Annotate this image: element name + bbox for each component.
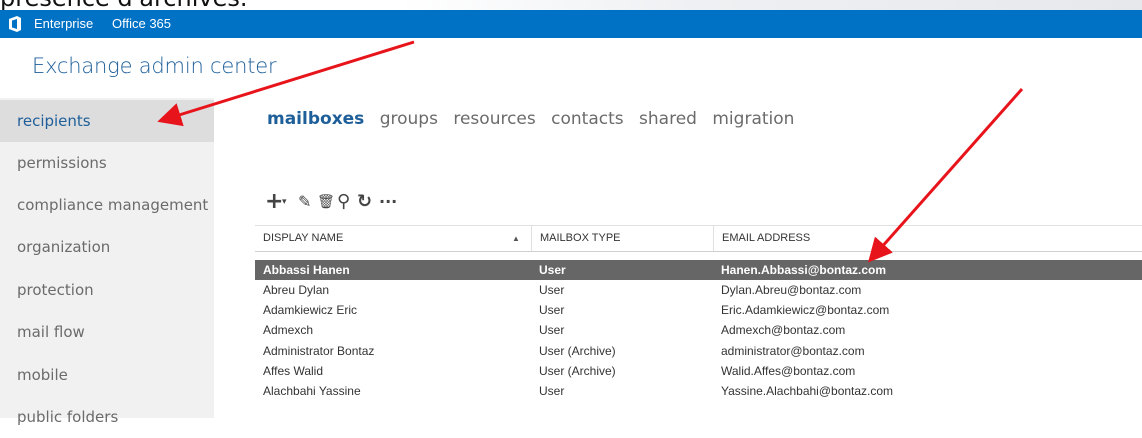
tab-migration[interactable]: migration: [712, 109, 794, 129]
table-row[interactable]: Abreu Dylan User Dylan.Abreu@bontaz.com: [255, 281, 1142, 300]
add-icon[interactable]: +: [265, 190, 283, 214]
sidebar-item-protection[interactable]: protection: [0, 269, 214, 311]
add-dropdown-icon[interactable]: ▾: [282, 190, 287, 214]
sidebar-item-recipients[interactable]: recipients: [0, 100, 214, 142]
sidebar-item-public-folders[interactable]: public folders: [0, 396, 214, 438]
cell-email-address: Admexch@bontaz.com: [721, 323, 846, 337]
delete-icon[interactable]: 🗑: [317, 190, 335, 214]
cell-display-name: Alachbahi Yassine: [263, 384, 361, 398]
page-title: Exchange admin center: [32, 54, 277, 78]
table-row[interactable]: Alachbahi Yassine User Yassine.Alachbahi…: [255, 382, 1142, 401]
sidebar-item-organization[interactable]: organization: [0, 226, 214, 268]
office-logo-icon[interactable]: [8, 16, 22, 32]
tab-groups[interactable]: groups: [380, 109, 438, 129]
cell-display-name: Affes Walid: [263, 364, 324, 378]
cell-email-address: administrator@bontaz.com: [721, 344, 865, 358]
cell-email-address: Yassine.Alachbahi@bontaz.com: [721, 384, 894, 398]
table-row[interactable]: Affes Walid User (Archive) Walid.Affes@b…: [255, 362, 1142, 381]
column-mailbox-type[interactable]: MAILBOX TYPE: [531, 226, 713, 251]
cell-display-name: Adamkiewicz Eric: [263, 303, 358, 317]
column-display-name[interactable]: DISPLAY NAME ▲: [255, 226, 531, 251]
table-row[interactable]: Adamkiewicz Eric User Eric.Adamkiewicz@b…: [255, 301, 1142, 320]
tab-contacts[interactable]: contacts: [551, 109, 623, 129]
sidebar: recipients permissions compliance manage…: [0, 98, 214, 426]
table-header: DISPLAY NAME ▲ MAILBOX TYPE EMAIL ADDRES…: [255, 225, 1142, 252]
refresh-icon[interactable]: ↻: [357, 190, 372, 214]
table-row[interactable]: Admexch User Admexch@bontaz.com: [255, 321, 1142, 340]
sidebar-item-mobile[interactable]: mobile: [0, 354, 214, 396]
sidebar-item-mail-flow[interactable]: mail flow: [0, 311, 214, 353]
edit-icon[interactable]: ✎: [298, 190, 311, 214]
sidebar-item-compliance-management[interactable]: compliance management: [0, 184, 214, 226]
top-bar: Enterprise Office 365: [0, 10, 1142, 38]
cell-email-address: Walid.Affes@bontaz.com: [721, 364, 856, 378]
caption-text: presence d'archives.: [0, 0, 247, 10]
cell-display-name: Abbassi Hanen: [263, 263, 350, 277]
column-display-name-label: DISPLAY NAME: [263, 232, 344, 244]
more-icon[interactable]: ···: [379, 190, 397, 214]
sidebar-item-permissions[interactable]: permissions: [0, 142, 214, 184]
table-row[interactable]: Abbassi Hanen User Hanen.Abbassi@bontaz.…: [255, 260, 1142, 280]
cell-display-name: Administrator Bontaz: [263, 344, 375, 358]
cell-mailbox-type: User: [539, 323, 565, 337]
table-row[interactable]: Administrator Bontaz User (Archive) admi…: [255, 342, 1142, 361]
tab-shared[interactable]: shared: [639, 109, 697, 129]
cell-mailbox-type: User: [539, 283, 565, 297]
nav-office-365[interactable]: Office 365: [112, 15, 171, 33]
cell-mailbox-type: User (Archive): [539, 344, 616, 358]
cell-display-name: Abreu Dylan: [263, 283, 330, 297]
cell-email-address: Hanen.Abbassi@bontaz.com: [721, 263, 887, 277]
tab-resources[interactable]: resources: [453, 109, 535, 129]
cell-mailbox-type: User (Archive): [539, 364, 616, 378]
cell-display-name: Admexch: [263, 323, 314, 337]
banner-shade: [400, 0, 1142, 10]
cell-email-address: Dylan.Abreu@bontaz.com: [721, 283, 862, 297]
nav-enterprise[interactable]: Enterprise: [34, 15, 93, 33]
cell-mailbox-type: User: [539, 263, 566, 277]
tab-bar: mailboxes groups resources contacts shar…: [267, 109, 804, 129]
search-icon[interactable]: ⚲: [337, 190, 350, 214]
cell-mailbox-type: User: [539, 384, 565, 398]
tab-mailboxes[interactable]: mailboxes: [267, 109, 364, 129]
sort-ascending-icon[interactable]: ▲: [512, 226, 520, 251]
column-email-address[interactable]: EMAIL ADDRESS: [713, 226, 1142, 251]
cell-email-address: Eric.Adamkiewicz@bontaz.com: [721, 303, 890, 317]
cell-mailbox-type: User: [539, 303, 565, 317]
